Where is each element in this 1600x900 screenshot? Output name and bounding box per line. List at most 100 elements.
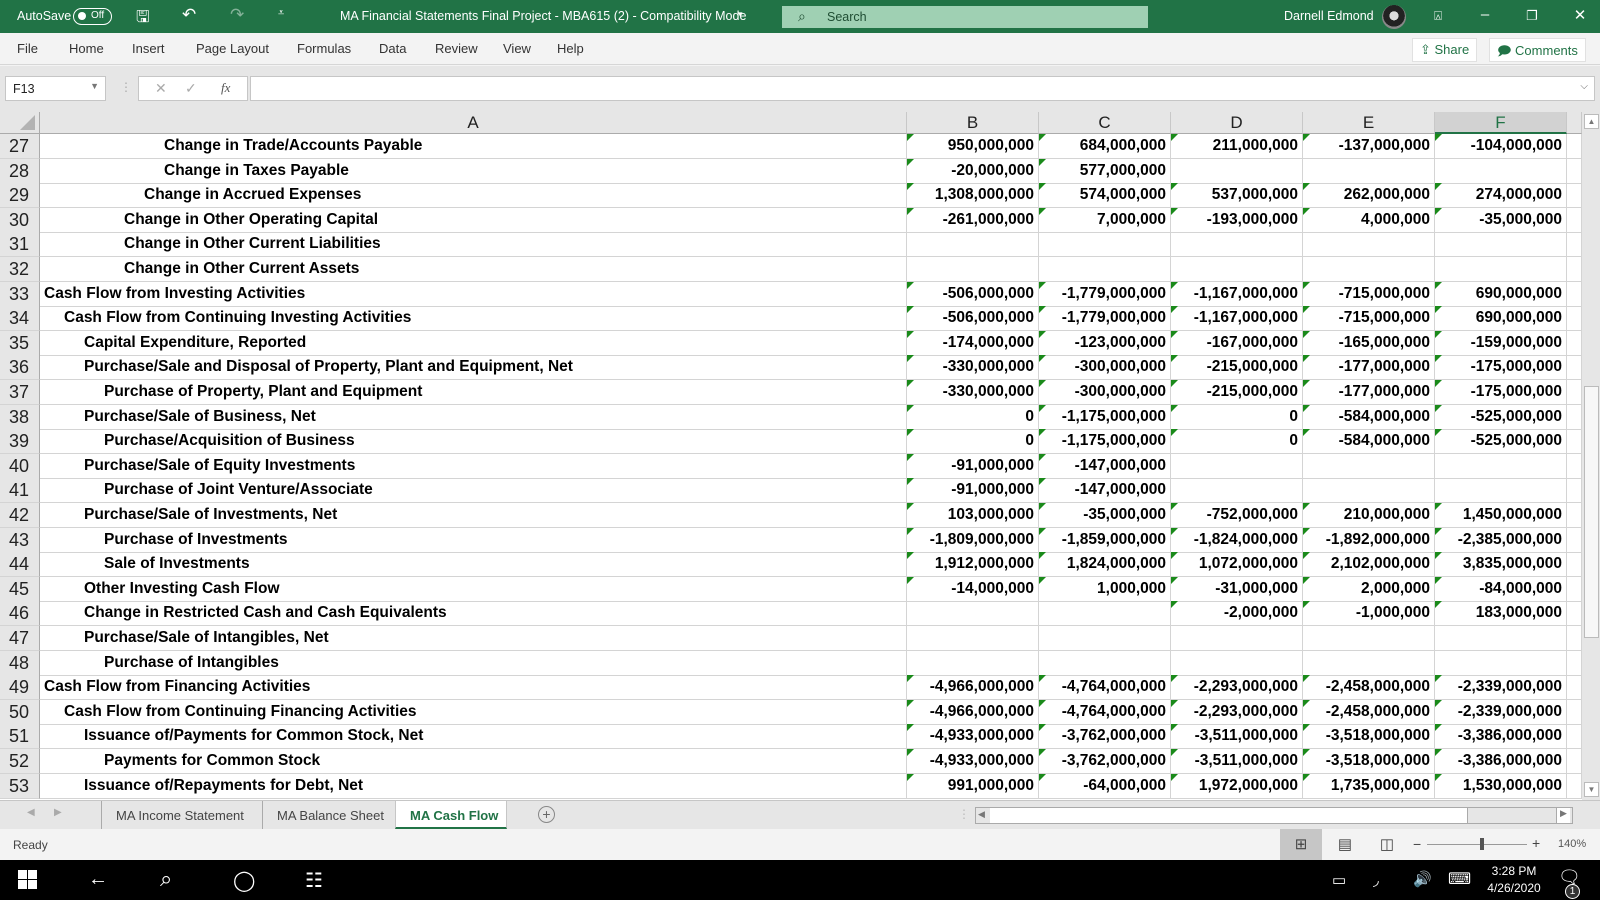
cell-value-e[interactable]: -3,518,000,000 [1303, 724, 1435, 750]
error-indicator-icon[interactable] [1435, 724, 1442, 732]
error-indicator-icon[interactable] [1171, 404, 1178, 412]
column-header-g[interactable] [1567, 112, 1582, 134]
row-header[interactable]: 46 [0, 601, 40, 627]
normal-view-icon[interactable]: ⊞ [1280, 829, 1322, 860]
prev-sheet-icon[interactable]: ◀ [27, 807, 35, 818]
cell-value-f[interactable]: -84,000,000 [1435, 576, 1567, 602]
scroll-left-icon[interactable]: ◀ [978, 809, 985, 820]
error-indicator-icon[interactable] [907, 158, 914, 166]
cell-value-e[interactable]: 2,000,000 [1303, 576, 1435, 602]
row-header[interactable]: 51 [0, 724, 40, 750]
horizontal-scrollbar[interactable]: ◀ ▶ [975, 807, 1573, 824]
error-indicator-icon[interactable] [1039, 699, 1046, 707]
error-indicator-icon[interactable] [1435, 134, 1442, 141]
error-indicator-icon[interactable] [1435, 429, 1442, 437]
error-indicator-icon[interactable] [1171, 675, 1178, 683]
row-header[interactable]: 36 [0, 355, 40, 381]
error-indicator-icon[interactable] [1171, 749, 1178, 756]
cell-value-c[interactable]: 1,000,000 [1039, 576, 1171, 602]
error-indicator-icon[interactable] [1039, 306, 1046, 314]
formula-input[interactable]: ⌵ [250, 76, 1595, 101]
error-indicator-icon[interactable] [1435, 675, 1442, 683]
cell-label[interactable]: Purchase/Sale of Business, Net [40, 404, 907, 430]
error-indicator-icon[interactable] [1039, 503, 1046, 510]
user-name[interactable]: Darnell Edmond [1284, 9, 1374, 23]
cell-label[interactable]: Issuance of/Payments for Common Stock, N… [40, 724, 907, 750]
error-indicator-icon[interactable] [907, 281, 914, 289]
tab-formulas[interactable]: Formulas [297, 41, 351, 56]
row-header[interactable]: 52 [0, 749, 40, 774]
zoom-slider[interactable] [1427, 838, 1527, 850]
sheet-tab-balance-sheet[interactable]: MA Balance Sheet [262, 801, 398, 829]
row-header[interactable]: 49 [0, 675, 40, 701]
error-indicator-icon[interactable] [1303, 183, 1310, 191]
error-indicator-icon[interactable] [1039, 773, 1046, 781]
cell-value-c[interactable]: -123,000,000 [1039, 330, 1171, 356]
row-header[interactable]: 32 [0, 257, 40, 282]
error-indicator-icon[interactable] [1303, 404, 1310, 412]
cell-value-e[interactable] [1303, 453, 1435, 479]
cell-value-b[interactable]: -4,933,000,000 [907, 724, 1039, 750]
cell-value-d[interactable]: 211,000,000 [1171, 134, 1303, 159]
cell-value-d[interactable]: 0 [1171, 429, 1303, 455]
cell-label[interactable]: Purchase of Joint Venture/Associate [40, 478, 907, 504]
cell-value-c[interactable] [1039, 626, 1171, 651]
cell-value-g[interactable] [1567, 355, 1582, 381]
error-indicator-icon[interactable] [907, 429, 914, 437]
cell-value-b[interactable]: -20,000,000 [907, 158, 1039, 184]
error-indicator-icon[interactable] [1435, 207, 1442, 215]
cell-value-g[interactable] [1567, 527, 1582, 553]
cell-value-b[interactable]: -506,000,000 [907, 281, 1039, 307]
column-header-e[interactable]: E [1303, 112, 1435, 134]
cell-value-e[interactable] [1303, 626, 1435, 651]
column-header-c[interactable]: C [1039, 112, 1171, 134]
battery-icon[interactable]: ▭ [1332, 871, 1346, 889]
cell-value-f[interactable] [1435, 626, 1567, 651]
error-indicator-icon[interactable] [1435, 576, 1442, 584]
cell-value-e[interactable]: -715,000,000 [1303, 281, 1435, 307]
expand-formula-bar-icon[interactable]: ⌵ [1580, 81, 1588, 92]
cell-value-d[interactable]: -752,000,000 [1171, 503, 1303, 528]
cell-value-f[interactable] [1435, 478, 1567, 504]
error-indicator-icon[interactable] [907, 183, 914, 191]
cell-value-d[interactable]: 1,072,000,000 [1171, 552, 1303, 578]
scroll-down-icon[interactable]: ▼ [1584, 782, 1599, 797]
zoom-out-icon[interactable]: − [1413, 836, 1421, 852]
error-indicator-icon[interactable] [1303, 134, 1310, 141]
column-header-a[interactable]: A [40, 112, 907, 134]
task-view-icon[interactable]: ☷ [305, 868, 323, 893]
volume-icon[interactable]: 🔊 [1413, 870, 1432, 888]
ribbon-display-options-icon[interactable]: ⍓ [1423, 8, 1453, 24]
cell-value-d[interactable] [1171, 232, 1303, 258]
windows-start-icon[interactable] [18, 870, 37, 889]
error-indicator-icon[interactable] [1435, 527, 1442, 535]
cell-value-f[interactable]: -2,339,000,000 [1435, 699, 1567, 725]
cell-label[interactable]: Purchase of Property, Plant and Equipmen… [40, 380, 907, 405]
zoom-level[interactable]: 140% [1558, 838, 1586, 850]
cell-value-b[interactable]: -261,000,000 [907, 207, 1039, 233]
error-indicator-icon[interactable] [1303, 773, 1310, 781]
row-header[interactable]: 28 [0, 158, 40, 184]
zoom-in-icon[interactable]: + [1532, 835, 1540, 851]
cell-value-g[interactable] [1567, 478, 1582, 504]
cell-value-f[interactable]: -3,386,000,000 [1435, 724, 1567, 750]
cell-value-b[interactable]: 0 [907, 429, 1039, 455]
cell-value-e[interactable]: -584,000,000 [1303, 429, 1435, 455]
cell-value-c[interactable]: -4,764,000,000 [1039, 675, 1171, 701]
error-indicator-icon[interactable] [907, 503, 914, 510]
cell-label[interactable]: Purchase/Sale and Disposal of Property, … [40, 355, 907, 381]
error-indicator-icon[interactable] [1435, 503, 1442, 510]
cell-value-f[interactable]: -2,385,000,000 [1435, 527, 1567, 553]
row-header[interactable]: 27 [0, 134, 40, 159]
cell-label[interactable]: Purchase of Investments [40, 527, 907, 553]
error-indicator-icon[interactable] [907, 749, 914, 756]
cell-value-e[interactable]: -1,000,000 [1303, 601, 1435, 627]
cell-value-d[interactable] [1171, 158, 1303, 184]
error-indicator-icon[interactable] [1171, 552, 1178, 560]
add-sheet-icon[interactable]: + [538, 806, 555, 823]
error-indicator-icon[interactable] [1303, 527, 1310, 535]
undo-icon[interactable]: ↶ [182, 5, 196, 25]
cell-value-c[interactable]: -147,000,000 [1039, 478, 1171, 504]
cell-value-g[interactable] [1567, 404, 1582, 430]
cell-value-f[interactable] [1435, 453, 1567, 479]
